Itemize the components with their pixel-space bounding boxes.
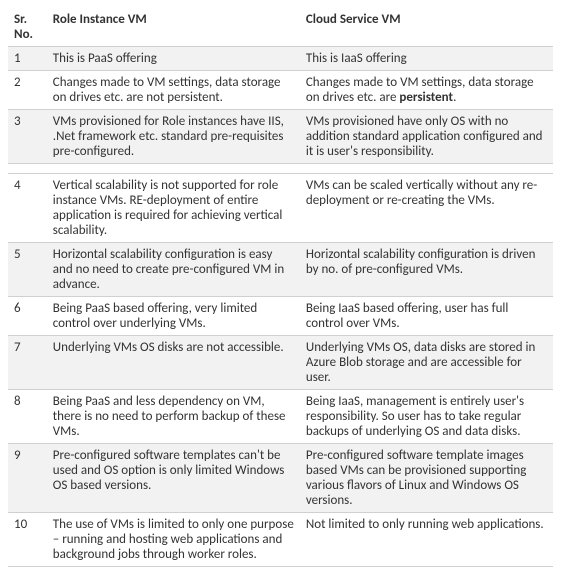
table-row: 3 VMs provisioned for Role instances hav… (8, 110, 553, 164)
header-cloud-service: Cloud Service VM (300, 8, 553, 47)
table-row: 5 Horizontal scalability configuration i… (8, 243, 553, 297)
cell-cloud: Underlying VMs OS, data disks are stored… (300, 336, 553, 390)
cell-cloud: This is IaaS offering (300, 47, 553, 71)
cell-sr: 1 (8, 47, 47, 71)
cell-role: Being PaaS based offering, very limited … (47, 297, 300, 336)
cell-cloud: Being IaaS based offering, user has full… (300, 297, 553, 336)
cell-role: This is PaaS offering (47, 47, 300, 71)
header-sr-no: Sr. No. (8, 8, 47, 47)
cell-sr: 6 (8, 297, 47, 336)
cell-role: Being PaaS and less dependency on VM, th… (47, 390, 300, 444)
cell-role: VMs provisioned for Role instances have … (47, 110, 300, 164)
cell-role: Changes made to VM settings, data storag… (47, 71, 300, 110)
cell-cloud: Changes made to VM settings, data storag… (300, 71, 553, 110)
cell-cloud: Being IaaS, management is entirely user'… (300, 390, 553, 444)
cell-role: Horizontal scalability configuration is … (47, 243, 300, 297)
cell-cloud: Horizontal scalability configuration is … (300, 243, 553, 297)
table-row: 1 This is PaaS offering This is IaaS off… (8, 47, 553, 71)
cell-role: Vertical scalability is not supported fo… (47, 174, 300, 243)
table-row: 2 Changes made to VM settings, data stor… (8, 71, 553, 110)
cell-sr: 8 (8, 390, 47, 444)
comparison-table: Sr. No. Role Instance VM Cloud Service V… (8, 8, 553, 567)
cell-sr: 3 (8, 110, 47, 164)
table-row: 4 Vertical scalability is not supported … (8, 174, 553, 243)
cell-sr: 4 (8, 174, 47, 243)
table-header-row: Sr. No. Role Instance VM Cloud Service V… (8, 8, 553, 47)
table-row: 8 Being PaaS and less dependency on VM, … (8, 390, 553, 444)
table-row: 10 The use of VMs is limited to only one… (8, 513, 553, 567)
table-gap-row (8, 164, 553, 174)
header-role-instance: Role Instance VM (47, 8, 300, 47)
table-row: 6 Being PaaS based offering, very limite… (8, 297, 553, 336)
cell-cloud: Not limited to only running web applicat… (300, 513, 553, 567)
cell-sr: 5 (8, 243, 47, 297)
cell-role: Pre-configured software templates can't … (47, 444, 300, 513)
cell-cloud: VMs can be scaled vertically without any… (300, 174, 553, 243)
cell-sr: 10 (8, 513, 47, 567)
table-row: 7 Underlying VMs OS disks are not access… (8, 336, 553, 390)
cell-cloud: Pre-configured software template images … (300, 444, 553, 513)
cell-role: The use of VMs is limited to only one pu… (47, 513, 300, 567)
cell-cloud: VMs provisioned have only OS with no add… (300, 110, 553, 164)
cell-sr: 2 (8, 71, 47, 110)
cell-sr: 7 (8, 336, 47, 390)
table-row: 9 Pre-configured software templates can'… (8, 444, 553, 513)
cell-sr: 9 (8, 444, 47, 513)
cell-role: Underlying VMs OS disks are not accessib… (47, 336, 300, 390)
